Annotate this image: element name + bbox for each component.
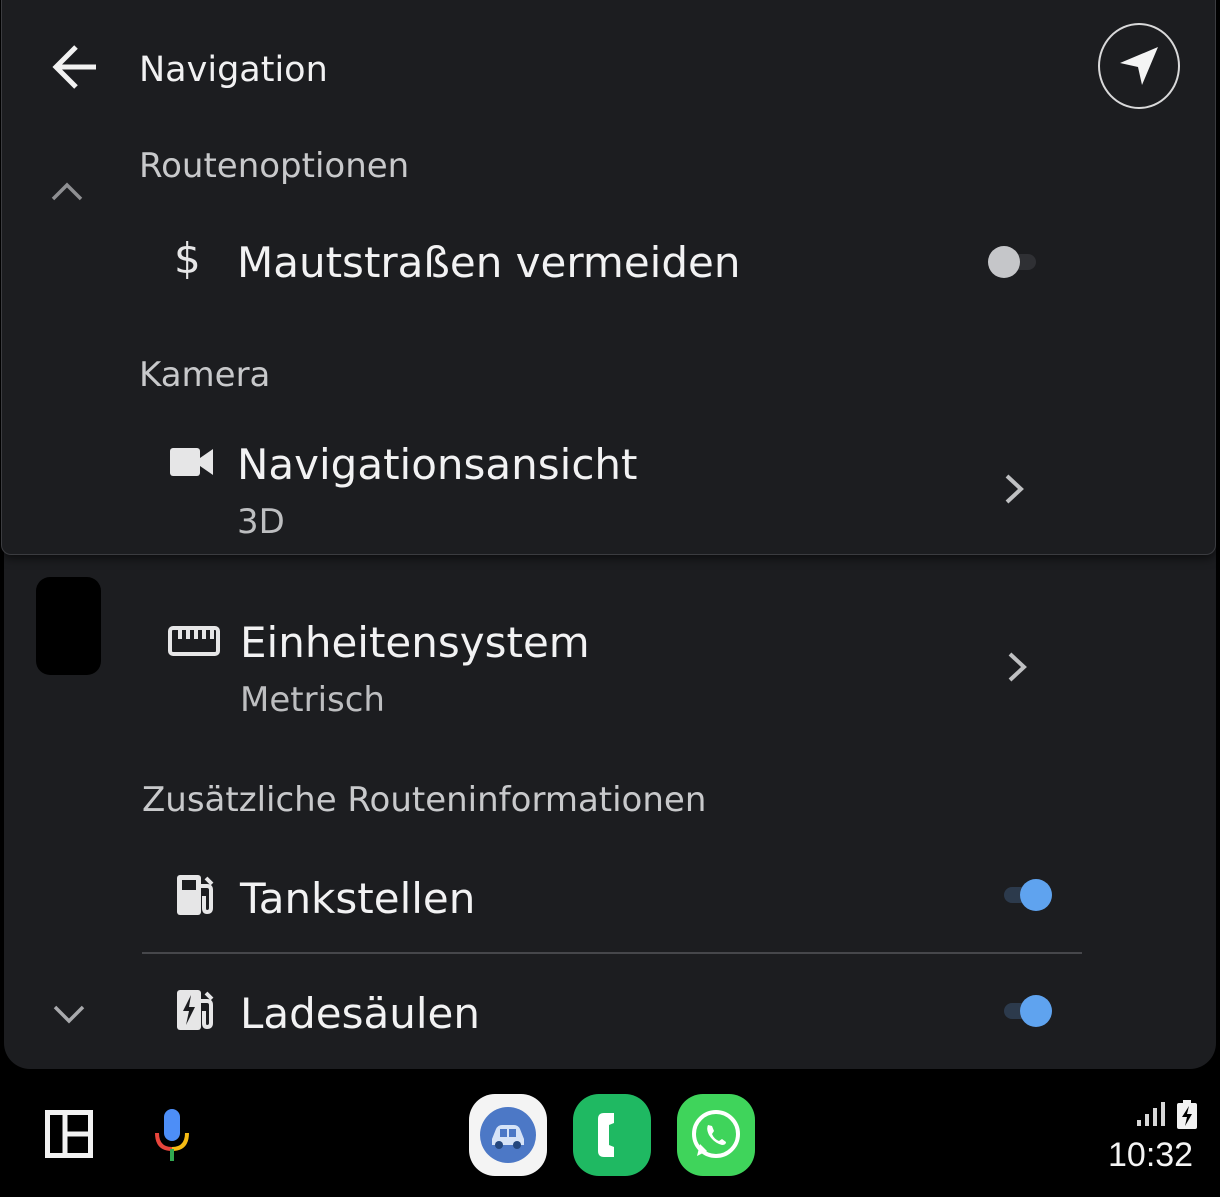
navigation-view-label: Navigationsansicht (237, 440, 638, 489)
avoid-tolls-row[interactable]: $ Mautstraßen vermeiden (2, 228, 1102, 304)
phone-app-icon[interactable] (573, 1094, 651, 1176)
gas-stations-row[interactable]: Tankstellen (0, 860, 1100, 940)
list-divider (142, 952, 1082, 954)
toggle-thumb (1020, 995, 1052, 1027)
charging-stations-row[interactable]: Ladesäulen (0, 975, 1100, 1055)
videocam-icon (170, 446, 214, 478)
scroll-down-chevron-icon[interactable] (52, 1002, 86, 1026)
signal-strength-icon (1135, 1100, 1167, 1128)
system-bar: 10:32 (0, 1070, 1220, 1197)
navigation-settings-card: Navigation Routenoptionen $ Mautstraßen … (1, 0, 1216, 555)
dollar-icon: $ (174, 234, 201, 283)
navigation-view-row[interactable]: Navigationsansicht 3D (2, 430, 1102, 545)
units-setting-row[interactable]: Einheitensystem Metrisch (0, 600, 1100, 730)
chevron-right-icon (1003, 472, 1025, 506)
units-value: Metrisch (240, 680, 385, 720)
navigation-button[interactable] (1098, 23, 1180, 109)
charging-stations-label: Ladesäulen (240, 989, 481, 1038)
avoid-tolls-toggle[interactable] (988, 244, 1036, 280)
microphone-icon[interactable] (152, 1107, 192, 1163)
android-auto-screen: Einheitensystem Metrisch Zusätzliche Rou… (0, 0, 1220, 1197)
car-app-icon[interactable] (469, 1094, 547, 1176)
navigation-arrow-icon (1118, 45, 1160, 87)
section-header-camera: Kamera (139, 355, 271, 395)
whatsapp-icon[interactable] (677, 1094, 755, 1176)
scroll-up-chevron-icon[interactable] (50, 180, 84, 204)
ev-charger-icon (174, 987, 216, 1033)
charging-stations-toggle[interactable] (1004, 993, 1052, 1029)
toggle-thumb (988, 246, 1020, 278)
clock: 10:32 (1108, 1136, 1194, 1174)
gas-station-icon (174, 872, 216, 918)
battery-charging-icon (1176, 1100, 1198, 1130)
gas-stations-toggle[interactable] (1004, 877, 1052, 913)
navigation-view-value: 3D (237, 502, 285, 542)
chevron-right-icon (1006, 650, 1028, 684)
ruler-icon (168, 626, 220, 656)
units-label: Einheitensystem (240, 618, 590, 667)
gas-stations-label: Tankstellen (240, 874, 476, 923)
page-title: Navigation (139, 50, 328, 90)
dashboard-layout-icon[interactable] (45, 1110, 93, 1158)
toggle-thumb (1020, 879, 1052, 911)
section-header-route-options: Routenoptionen (139, 146, 410, 186)
section-header-extra-route-info: Zusätzliche Routeninformationen (142, 780, 707, 820)
arrow-left-icon[interactable] (50, 42, 100, 92)
avoid-tolls-label: Mautstraßen vermeiden (237, 238, 741, 287)
